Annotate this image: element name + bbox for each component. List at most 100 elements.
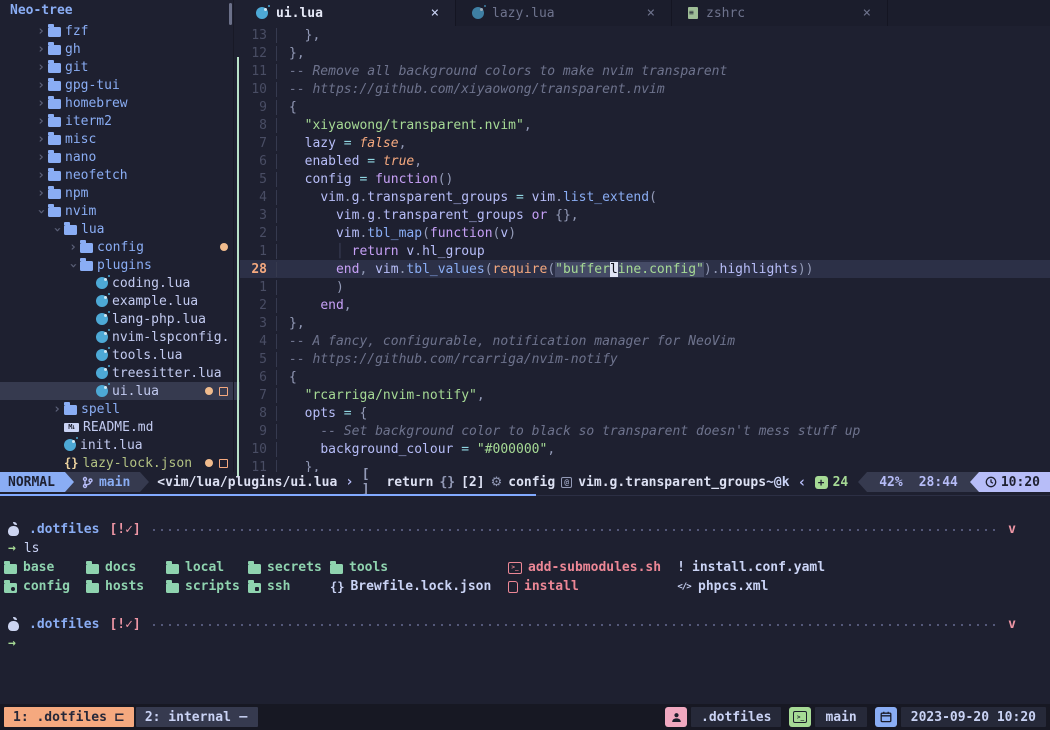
ls-entry-secrets[interactable]: secrets — [248, 558, 330, 577]
tree-item-neofetch[interactable]: ›neofetch — [0, 166, 240, 184]
ls-entry-scripts[interactable]: scripts — [166, 577, 248, 596]
code-line-current[interactable]: 28 end, vim.tbl_values(require("bufferli… — [240, 260, 1050, 278]
folder-icon — [330, 564, 343, 574]
ls-entry-hosts[interactable]: hosts — [86, 577, 166, 596]
code-text: end, vim.tbl_values(require("bufferline.… — [276, 262, 813, 277]
tab-close-icon[interactable]: × — [863, 5, 871, 21]
code-line[interactable]: 6 enabled = true, — [240, 152, 1050, 170]
code-line[interactable]: 5-- https://github.com/rcarriga/nvim-not… — [240, 350, 1050, 368]
tree-item-nvim[interactable]: ›nvim — [0, 202, 240, 220]
tree-item-fzf[interactable]: ›fzf — [0, 22, 240, 40]
ls-entry-tools[interactable]: tools — [330, 558, 508, 577]
lua-icon — [96, 313, 108, 325]
tree-item-init-lua[interactable]: init.lua — [0, 436, 240, 454]
code-line[interactable]: 10-- https://github.com/xiyaowong/transp… — [240, 80, 1050, 98]
ls-entry-label: install.conf.yaml — [692, 560, 825, 575]
ls-entry-local[interactable]: local — [166, 558, 248, 577]
powerline-arrow — [858, 472, 867, 492]
tree-item-git[interactable]: ›git — [0, 58, 240, 76]
code-line[interactable]: 7 lazy = false, — [240, 134, 1050, 152]
code-line[interactable]: 12}, — [240, 44, 1050, 62]
code-line[interactable]: 2 vim.tbl_map(function(v) — [240, 224, 1050, 242]
ls-output-row: basedocslocalsecretstools>_add-submodule… — [0, 558, 1050, 577]
tab-close-icon[interactable]: × — [647, 5, 655, 21]
ls-entry-base[interactable]: base — [4, 558, 86, 577]
code-line[interactable]: 13 }, — [240, 26, 1050, 44]
line-number: 4 — [240, 190, 276, 205]
tree-item-lang-php-lua[interactable]: lang-php.lua — [0, 310, 240, 328]
ls-entry-docs[interactable]: docs — [86, 558, 166, 577]
folder-icon — [48, 153, 61, 163]
code-line[interactable]: 5 config = function() — [240, 170, 1050, 188]
code-line[interactable]: 10 background_colour = "#000000", — [240, 440, 1050, 458]
editor-scrollbar[interactable] — [237, 57, 239, 476]
tree-item-gpg-tui[interactable]: ›gpg-tui — [0, 76, 240, 94]
tree-item-coding-lua[interactable]: coding.lua — [0, 274, 240, 292]
code-line[interactable]: 3 vim.g.transparent_groups or {}, — [240, 206, 1050, 224]
ls-entry-install[interactable]: install — [508, 577, 676, 596]
tree-item-ui-lua[interactable]: ui.lua — [0, 382, 240, 400]
code-line[interactable]: 8 "xiyaowong/transparent.nvim", — [240, 116, 1050, 134]
code-line[interactable]: 9 -- Set background color to black so tr… — [240, 422, 1050, 440]
ls-entry-add-submodules-sh[interactable]: >_add-submodules.sh — [508, 558, 676, 577]
tree-item-example-lua[interactable]: example.lua — [0, 292, 240, 310]
tree-item-lazy-lock-json[interactable]: {}lazy-lock.json — [0, 454, 240, 472]
code-line[interactable]: 11-- Remove all background colors to mak… — [240, 62, 1050, 80]
tree-item-spell[interactable]: ›spell — [0, 400, 240, 418]
folder-ssh-icon — [248, 583, 261, 593]
code-line[interactable]: 4-- A fancy, configurable, notification … — [240, 332, 1050, 350]
shell-pane[interactable]: .dotfiles [!✓] v → ls basedocslocalsecre… — [0, 520, 1050, 653]
tree-item-treesitter-lua[interactable]: treesitter.lua — [0, 364, 240, 382]
tree-item-homebrew[interactable]: ›homebrew — [0, 94, 240, 112]
code-line[interactable]: 4 vim.g.transparent_groups = vim.list_ex… — [240, 188, 1050, 206]
ls-entry-ssh[interactable]: ssh — [248, 577, 330, 596]
tree-item-iterm2[interactable]: ›iterm2 — [0, 112, 240, 130]
tree-item-misc[interactable]: ›misc — [0, 130, 240, 148]
code-line[interactable]: 3}, — [240, 314, 1050, 332]
shell-prompt: .dotfiles [!✓] v — [0, 615, 1050, 634]
tab-zshrc[interactable]: zshrc× — [672, 0, 888, 26]
tree-item-plugins[interactable]: ›plugins — [0, 256, 240, 274]
ls-entry-install-conf-yaml[interactable]: !install.conf.yaml — [676, 558, 1050, 577]
code-line[interactable]: 6{ — [240, 368, 1050, 386]
chevron-right-icon: › — [34, 186, 48, 201]
neotree-scrollbar[interactable] — [229, 3, 232, 25]
powerline-arrow — [140, 472, 149, 492]
code-area[interactable]: 13 },12},11-- Remove all background colo… — [240, 26, 1050, 472]
command-input[interactable]: → — [0, 634, 1050, 653]
tree-item-npm[interactable]: › npm — [0, 184, 240, 202]
tree-item-tools-lua[interactable]: tools.lua — [0, 346, 240, 364]
chevron-left-icon: ‹ — [798, 473, 807, 491]
line-number: 5 — [240, 352, 276, 367]
tmux-window-2-internal[interactable]: 2: internal− — [136, 707, 258, 727]
person-badge — [665, 707, 687, 727]
tmux-window-1-dotfiles[interactable]: 1: .dotfiles⊏ — [4, 707, 134, 727]
tree-item-label: misc — [65, 132, 96, 147]
code-line[interactable]: 8 opts = { — [240, 404, 1050, 422]
tab-close-icon[interactable]: × — [431, 5, 439, 21]
tree-item-config[interactable]: ›config — [0, 238, 240, 256]
tree-item-nvim-lspconfig-[interactable]: nvim-lspconfig. — [0, 328, 240, 346]
tab-ui-lua[interactable]: ui.lua× — [240, 0, 456, 26]
tmux-pane-separator[interactable] — [0, 494, 1050, 496]
ls-entry-config[interactable]: config — [4, 577, 86, 596]
ls-entry-phpcs-xml[interactable]: </>phpcs.xml — [676, 577, 1050, 596]
tree-item-readme-md[interactable]: M↓README.md — [0, 418, 240, 436]
code-line[interactable]: 7 "rcarriga/nvim-notify", — [240, 386, 1050, 404]
code-text: }, — [276, 46, 305, 61]
tree-item-gh[interactable]: ›gh — [0, 40, 240, 58]
tree-item-lua[interactable]: ›lua — [0, 220, 240, 238]
code-line[interactable]: 2 end, — [240, 296, 1050, 314]
chevron-down-icon: › — [50, 222, 65, 236]
chevron-right-icon: › — [34, 42, 48, 57]
ls-entry-Brewfile-lock-json[interactable]: {}Brewfile.lock.json — [330, 577, 508, 596]
crumb-symbol: vim.g.transparent_groups — [578, 475, 766, 490]
lua-icon — [472, 7, 484, 19]
tab-lazy-lua[interactable]: lazy.lua× — [456, 0, 672, 26]
tree-item-nano[interactable]: ›nano — [0, 148, 240, 166]
tree-item-label: npm — [65, 186, 88, 201]
code-line[interactable]: 9{ — [240, 98, 1050, 116]
code-line[interactable]: 1 │ return v.hl_group — [240, 242, 1050, 260]
prompt-arrow-icon: → — [8, 636, 16, 651]
code-line[interactable]: 1 ) — [240, 278, 1050, 296]
